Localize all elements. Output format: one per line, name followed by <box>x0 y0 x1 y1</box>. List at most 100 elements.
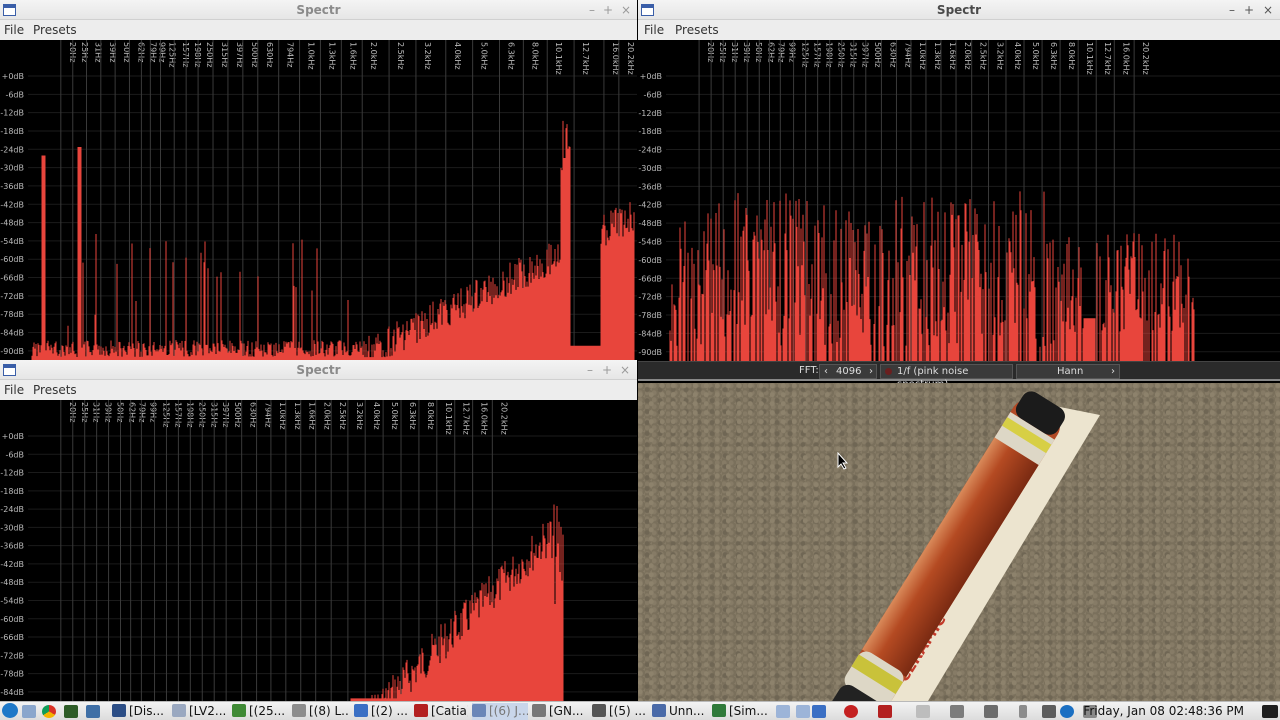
hp-icon[interactable] <box>1060 705 1074 718</box>
workspace-3-icon[interactable] <box>812 705 826 718</box>
frequency-tick-label: 1.6kHz <box>348 42 357 70</box>
desktop-icon[interactable] <box>86 705 100 718</box>
network-icon[interactable] <box>950 705 964 718</box>
taskbar-label: [(2) ... <box>371 704 408 718</box>
frequency-tick-label: 25Hz <box>80 42 89 62</box>
close-icon[interactable]: × <box>617 362 633 378</box>
frequency-tick-label: 2.0kHz <box>323 402 332 430</box>
frequency-tick-label: 2.5kHz <box>979 42 988 70</box>
frequency-tick-label: 1.3kHz <box>327 42 336 70</box>
taskbar-label: [Catia] <box>431 704 468 718</box>
show-desktop-icon[interactable] <box>1262 705 1278 718</box>
db-tick-label: -84dB <box>638 329 662 338</box>
taskbar-label: [(25... <box>249 704 286 718</box>
frequency-tick-label: 125Hz <box>801 42 810 67</box>
tray-app-icon[interactable] <box>916 705 930 718</box>
db-tick-label: -24dB <box>638 146 662 155</box>
menu-file[interactable]: File <box>4 23 24 37</box>
bluetooth-icon[interactable] <box>1019 705 1027 718</box>
db-tick-label: +0dB <box>640 72 662 81</box>
spectrum-graph: +0dB -6dB -12dB -18dB -24dB -30dB -36dB -42dB -4… <box>0 40 637 360</box>
taskbar-button[interactable]: Unn... <box>652 703 708 720</box>
taskbar-button[interactable]: [(6) J... <box>472 703 528 720</box>
taskbar-button[interactable]: [(2) ... <box>354 703 410 720</box>
db-tick-label: -18dB <box>0 127 24 136</box>
frequency-tick-label: 25Hz <box>718 42 727 62</box>
menu-file[interactable]: File <box>4 383 24 397</box>
terminal-icon[interactable] <box>64 705 78 718</box>
spectrum-graph: +0dB -6dB -12dB -18dB -24dB -30dB -36dB -42dB -4… <box>638 40 1280 361</box>
taskbar-button[interactable]: [Catia] <box>414 703 468 720</box>
taskbar-button[interactable]: [Dis... <box>112 703 168 720</box>
db-tick-label: -30dB <box>0 523 24 532</box>
battery-icon[interactable] <box>1042 705 1056 718</box>
taskbar: [Dis... [LV2... [(25... [(8) L... [(2) ... [C… <box>0 701 1280 720</box>
db-tick-label: -78dB <box>0 310 24 319</box>
menu-bar: File Presets <box>0 20 637 40</box>
weighting-select[interactable]: 1/f (pink noise spectrum) <box>880 364 1013 390</box>
fft-size-value: 4096 <box>836 366 862 377</box>
volume-icon[interactable] <box>984 705 998 718</box>
taskbar-button[interactable]: [(25... <box>232 703 288 720</box>
title-bar[interactable]: Spectr – + × <box>0 0 637 20</box>
clock[interactable]: Friday, Jan 08 02:48:36 PM <box>1083 703 1244 720</box>
start-menu-icon[interactable] <box>2 703 18 718</box>
db-tick-label: -84dB <box>0 688 24 697</box>
taskbar-button[interactable]: [(8) L... <box>292 703 350 720</box>
taskbar-button[interactable]: [LV2... <box>172 703 230 720</box>
menu-presets[interactable]: Presets <box>675 23 719 37</box>
menu-file[interactable]: File <box>644 23 664 37</box>
chevron-right-icon[interactable]: › <box>869 365 873 378</box>
chrome-icon[interactable] <box>42 705 56 718</box>
file-manager-icon[interactable] <box>22 705 36 718</box>
minimize-icon[interactable]: – <box>582 362 598 378</box>
mouse-cursor-icon <box>837 452 849 470</box>
db-tick-label: -12dB <box>0 469 24 478</box>
fft-size-spinner[interactable]: ‹ 4096 › <box>819 364 877 379</box>
db-tick-label: -36dB <box>0 542 24 551</box>
menu-presets[interactable]: Presets <box>33 383 77 397</box>
maximize-icon[interactable]: + <box>599 362 615 378</box>
app-icon <box>112 704 126 717</box>
menu-presets[interactable]: Presets <box>33 23 77 37</box>
minimize-icon[interactable]: – <box>584 2 600 18</box>
record-icon[interactable] <box>844 705 858 718</box>
db-tick-label: -54dB <box>0 237 24 246</box>
title-bar[interactable]: Spectr – + × <box>0 360 637 380</box>
app-icon <box>292 704 306 717</box>
taskbar-button[interactable]: [(5) ... <box>592 703 648 720</box>
minimize-icon[interactable]: – <box>1224 2 1240 18</box>
window-function-value: Hann <box>1057 366 1084 377</box>
frequency-tick-label: 315Hz <box>849 42 858 67</box>
taskbar-label: [(5) ... <box>609 704 646 718</box>
workspace-2-icon[interactable] <box>796 705 810 718</box>
workspace-1-icon[interactable] <box>776 705 790 718</box>
taskbar-button[interactable]: [Sim... <box>712 703 768 720</box>
chevron-right-icon[interactable]: › <box>1111 365 1115 378</box>
chevron-left-icon[interactable]: ‹ <box>824 365 828 378</box>
spectrum-series <box>669 191 1195 361</box>
db-tick-label: -66dB <box>638 274 662 283</box>
frequency-tick-label: 99Hz <box>157 42 166 62</box>
taskbar-label: [LV2... <box>189 704 227 718</box>
maximize-icon[interactable]: + <box>1241 2 1257 18</box>
window-function-select[interactable]: Hann › <box>1016 364 1120 379</box>
close-icon[interactable]: × <box>618 2 634 18</box>
catia-tray-icon[interactable] <box>878 705 892 718</box>
frequency-tick-label: 125Hz <box>167 42 176 67</box>
maximize-icon[interactable]: + <box>600 2 616 18</box>
frequency-tick-label: 16.0kHz <box>480 402 489 435</box>
title-bar[interactable]: Spectr – + × <box>638 0 1280 20</box>
db-tick-label: -12dB <box>0 109 24 118</box>
frequency-tick-label: 6.3kHz <box>408 402 417 430</box>
close-icon[interactable]: × <box>1260 2 1276 18</box>
spectrum-plot: +0dB -6dB -12dB -18dB -24dB -30dB -36dB -42dB -4… <box>0 40 637 360</box>
window-title: Spectr <box>296 363 341 377</box>
spectrum-plot: +0dB -6dB -12dB -18dB -24dB -30dB -36dB -42dB -4… <box>0 400 637 701</box>
db-tick-label: -60dB <box>638 256 662 265</box>
app-icon <box>712 704 726 717</box>
spectr-window-bottom-left: Spectr – + × File Presets +0dB -6dB -12dB -… <box>0 360 637 701</box>
led-indicator-icon <box>885 368 892 375</box>
spectr-window-top-left: Spectr – + × File Presets +0dB -6dB -12dB -… <box>0 0 637 360</box>
taskbar-button[interactable]: [GN... <box>532 703 588 720</box>
